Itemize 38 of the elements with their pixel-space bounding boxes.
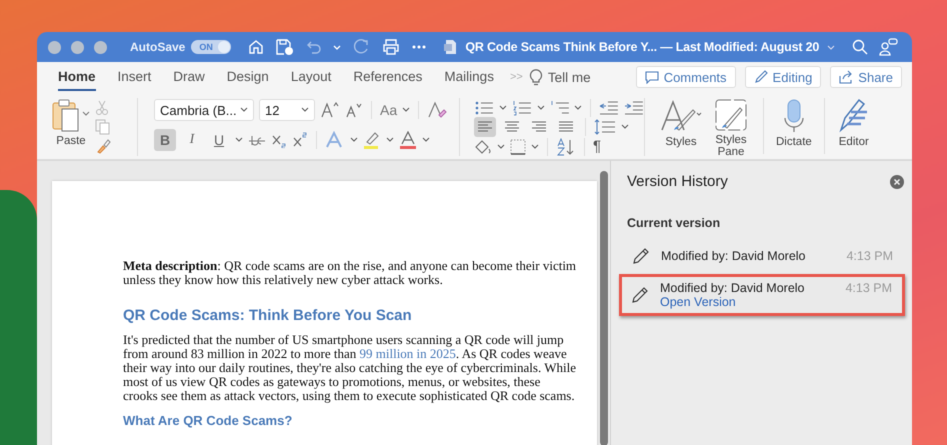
meta-description: Meta description: QR code scams are on the rise, and anyone can become their victim unless they know how this relatively new cyber attack works.: [123, 259, 577, 287]
autosave-label: AutoSave: [130, 40, 186, 54]
panel-title: Version History: [627, 173, 728, 190]
open-version-link[interactable]: Open Version: [660, 295, 892, 309]
ribbon-tab[interactable]: Insert: [118, 63, 152, 91]
format-button[interactable]: U: [208, 129, 230, 151]
window-title[interactable]: QR Code Scams Think Before Y... — Last Modified: August 20: [465, 40, 820, 54]
body-paragraph: It's predicted that the number of US smartphone users scanning a QR code will jump from around 83 million in 2022 to more than 99 million in 2025. As QR codes weave their way into our daily routines, they're also catching the eye of cybercriminals. While most of us view QR codes as gateways to promotions, menus, or websites, these crooks see them as attack vectors, using them to execute sophisticated QR code scams.: [123, 333, 577, 403]
font-size-dropdown[interactable]: 12: [259, 99, 315, 121]
format-button[interactable]: I: [181, 129, 203, 151]
version-entry[interactable]: Modified by: David Morelo 4:13 PM: [627, 242, 905, 270]
comments-button[interactable]: Comments: [636, 66, 736, 88]
styles-button[interactable]: Styles: [655, 98, 707, 148]
document-heading: QR Code Scams: Think Before You Scan: [123, 307, 413, 324]
dictate-button[interactable]: Dictate: [772, 98, 816, 148]
ribbon-tab[interactable]: Design: [226, 63, 269, 91]
ribbon-tab[interactable]: Layout: [290, 63, 332, 91]
format-button[interactable]: B: [154, 129, 176, 151]
change-case-button[interactable]: Aa: [380, 102, 398, 118]
share-button[interactable]: Share: [830, 66, 902, 88]
document-subheading: What Are QR Code Scams?: [123, 413, 294, 428]
version-author: Modified by: David Morelo: [660, 281, 805, 295]
version-author: Modified by: David Morelo: [661, 249, 806, 263]
ribbon-tab[interactable]: References: [353, 63, 422, 91]
version-time: 4:13 PM: [845, 281, 892, 295]
editor-button[interactable]: Editor: [832, 98, 875, 148]
version-time: 4:13 PM: [846, 249, 893, 263]
tell-me-field[interactable]: Tell me: [548, 70, 591, 84]
section-heading: Current version: [627, 216, 722, 230]
paste-button[interactable]: Paste: [51, 98, 91, 156]
article-link[interactable]: 99 million in 2025: [360, 346, 456, 361]
show-formatting-button[interactable]: ¶: [593, 138, 602, 155]
version-entry[interactable]: Modified by: David Morelo 4:13 PM Open Version: [619, 274, 905, 316]
styles-pane-button[interactable]: Styles Pane: [707, 98, 755, 158]
editing-button[interactable]: Editing: [744, 66, 822, 88]
ribbon-tab[interactable]: Mailings: [444, 63, 494, 91]
font-dropdown[interactable]: Cambria (B...: [154, 99, 254, 121]
ribbon-tab[interactable]: Draw: [173, 63, 205, 91]
